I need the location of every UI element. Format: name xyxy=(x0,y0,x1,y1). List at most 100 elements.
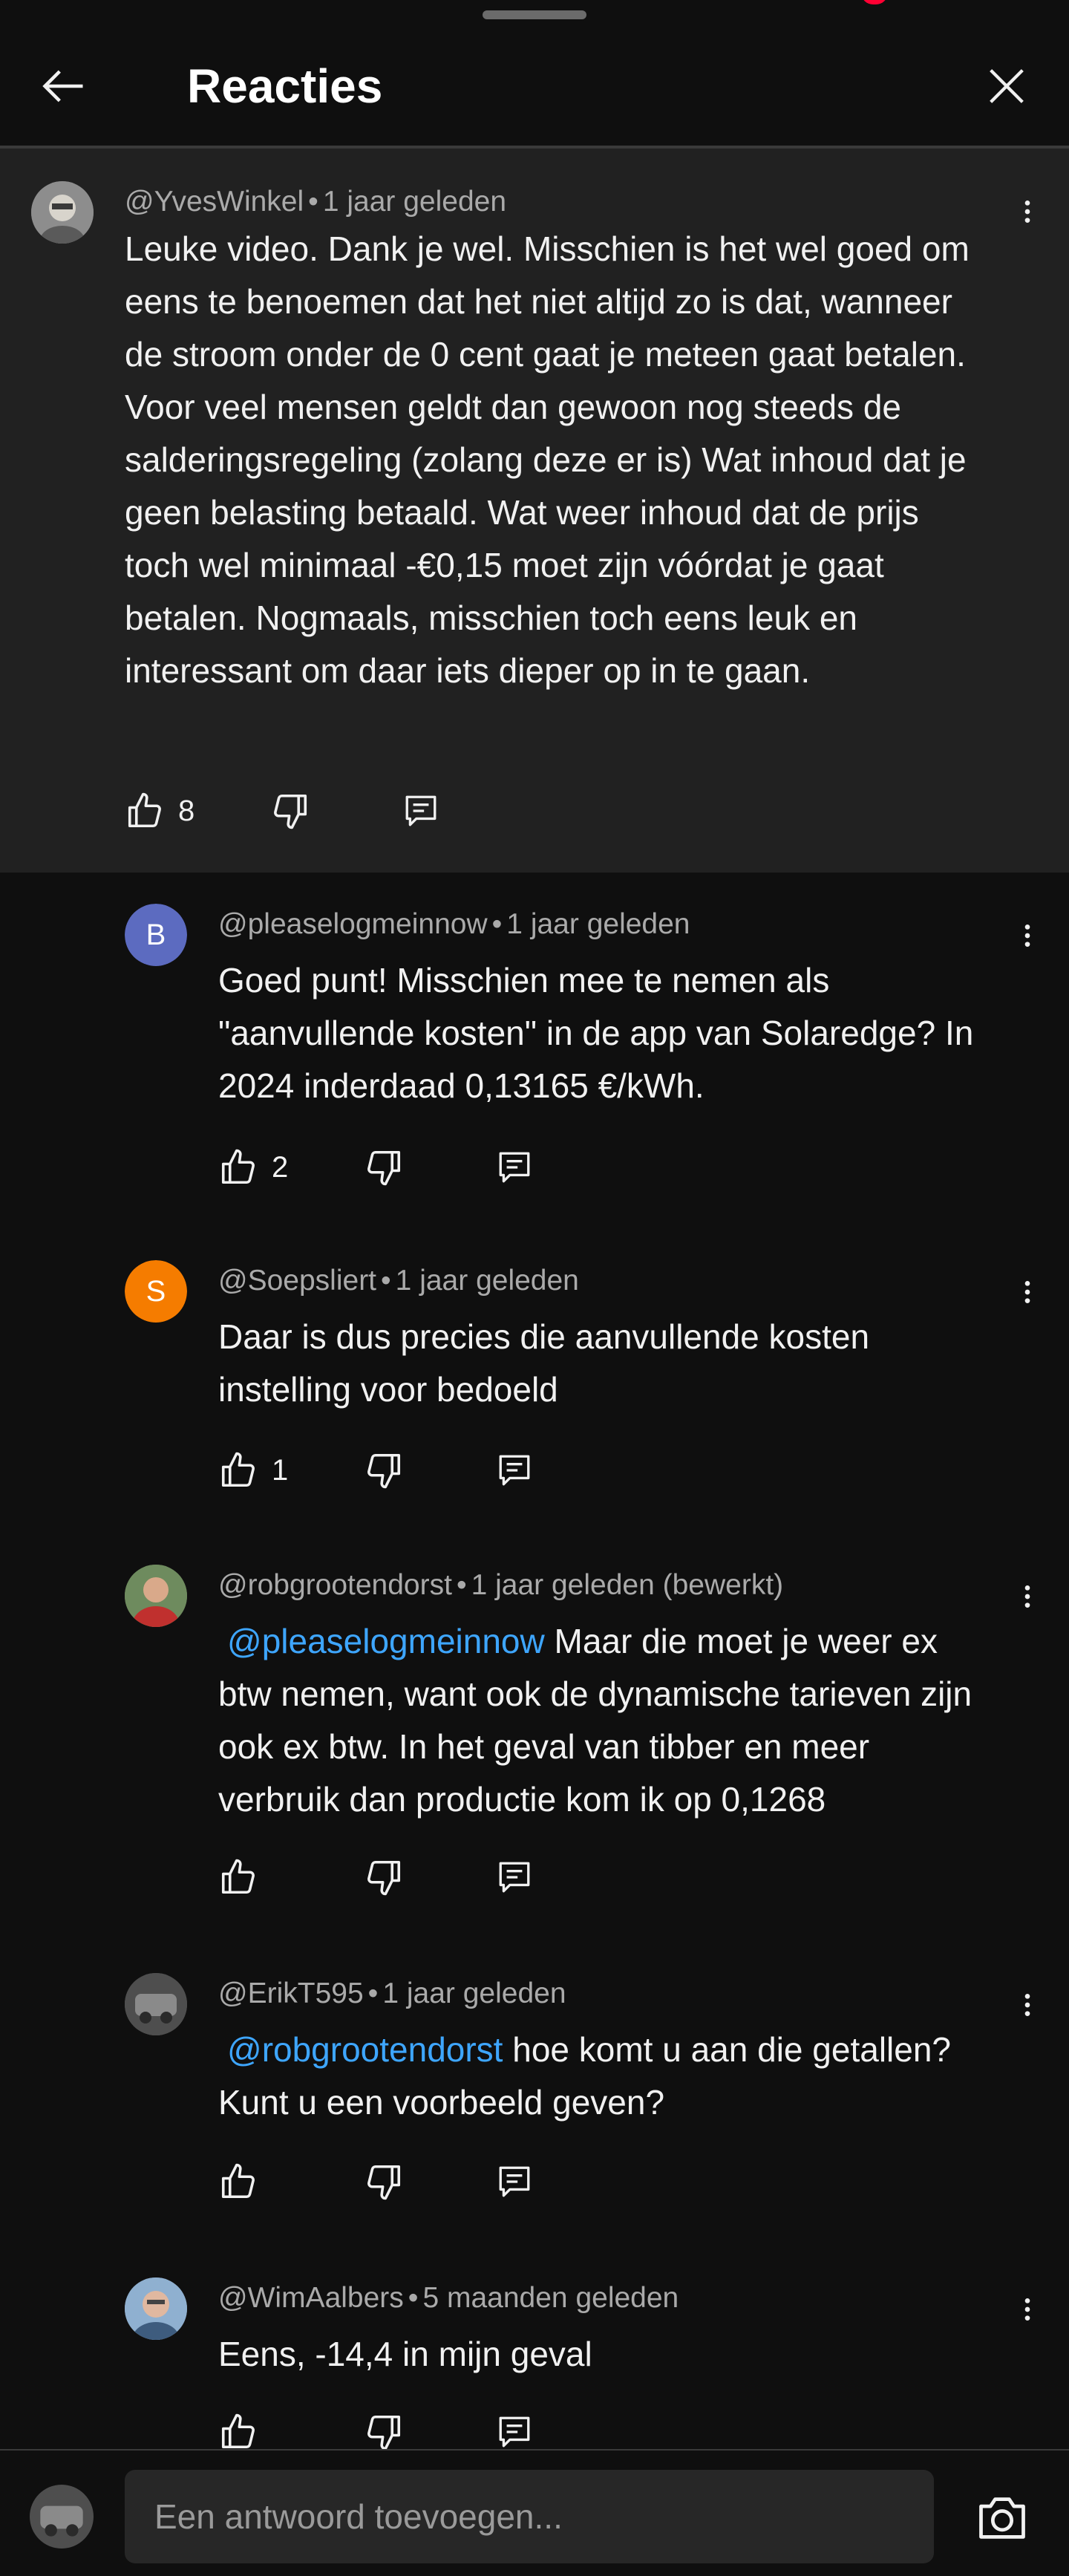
more-vertical-icon xyxy=(1013,2295,1042,2324)
author-name[interactable]: @WimAalbers xyxy=(218,2282,404,2314)
more-options-button[interactable] xyxy=(1005,2287,1050,2332)
dislike-button[interactable] xyxy=(364,1848,404,1907)
author-name[interactable]: @ErikT595 xyxy=(218,1977,364,2009)
more-vertical-icon xyxy=(1013,197,1042,226)
comment-time: 1 jaar geleden (bewerkt) xyxy=(471,1569,784,1601)
page-title: Reacties xyxy=(187,59,383,113)
like-button[interactable]: 1 xyxy=(218,1441,288,1500)
reply-button[interactable] xyxy=(496,1848,533,1907)
reply-input[interactable] xyxy=(125,2470,934,2563)
avatar[interactable] xyxy=(31,181,94,244)
more-vertical-icon xyxy=(1013,1990,1042,2020)
reply-comment: @ErikT595 • 1 jaar geleden @robgrootendors… xyxy=(0,1942,1069,2246)
reply-comment: @robgrootendorst • 1 jaar geleden (bewerkt… xyxy=(0,1533,1069,1942)
avatar[interactable]: S xyxy=(125,1260,187,1323)
comment-actions xyxy=(218,2402,589,2449)
reply-icon xyxy=(496,1149,533,1186)
thumbs-down-icon xyxy=(364,2162,404,2202)
comment-time: 1 jaar geleden xyxy=(506,908,690,940)
thumbs-down-icon xyxy=(364,2412,404,2449)
more-options-button[interactable] xyxy=(1005,1983,1050,2027)
reply-button[interactable] xyxy=(496,1138,533,1197)
reply-icon xyxy=(402,792,439,829)
like-button[interactable] xyxy=(218,1848,258,1907)
dislike-button[interactable] xyxy=(270,781,310,841)
comment-meta: @Soepsliert • 1 jaar geleden xyxy=(218,1265,579,1297)
comment-text: @robgrootendorst hoe komt u aan die geta… xyxy=(218,2024,998,2129)
avatar-photo xyxy=(30,2485,94,2549)
more-vertical-icon xyxy=(1013,1277,1042,1307)
comment-meta: @WimAalbers • 5 maanden geleden xyxy=(218,2282,679,2314)
thumbs-up-icon xyxy=(218,2412,258,2449)
like-button[interactable]: 2 xyxy=(218,1138,288,1197)
notification-dot xyxy=(861,0,888,4)
reply-button[interactable] xyxy=(496,2152,533,2211)
avatar-letter: B xyxy=(125,904,187,966)
highlighted-comment: @YvesWinkel • 1 jaar geleden Leuke video. … xyxy=(0,149,1069,873)
comment-text: Goed punt! Misschien mee te nemen als "a… xyxy=(218,961,974,1105)
close-icon xyxy=(990,69,1024,103)
comment-meta: @pleaselogmeinnow • 1 jaar geleden xyxy=(218,908,690,940)
dislike-button[interactable] xyxy=(364,1441,404,1500)
more-options-button[interactable] xyxy=(1005,1270,1050,1314)
close-button[interactable] xyxy=(977,56,1036,116)
like-button[interactable] xyxy=(218,2152,258,2211)
drag-handle[interactable] xyxy=(483,10,586,19)
reply-icon xyxy=(496,1859,533,1896)
like-count: 1 xyxy=(272,1453,289,1487)
dislike-button[interactable] xyxy=(364,2402,404,2449)
thumbs-up-icon xyxy=(218,1857,258,1897)
comment-time: 1 jaar geleden xyxy=(322,186,507,218)
avatar[interactable] xyxy=(125,1973,187,2035)
author-name[interactable]: @Soepsliert xyxy=(218,1265,376,1297)
more-options-button[interactable] xyxy=(1005,189,1050,234)
comment-text: Leuke video. Dank je wel. Misschien is h… xyxy=(125,229,970,690)
avatar-photo xyxy=(125,1565,187,1627)
reply-button[interactable] xyxy=(402,781,439,841)
thumbs-down-icon xyxy=(364,1450,404,1490)
like-button[interactable] xyxy=(218,2402,258,2449)
arrow-left-icon xyxy=(42,70,83,102)
author-name[interactable]: @robgrootendorst xyxy=(218,1569,452,1601)
thumbs-down-icon xyxy=(364,1857,404,1897)
comment-text: @pleaselogmeinnow Maar die moet je weer … xyxy=(218,1615,998,1826)
like-button[interactable]: 8 xyxy=(125,781,194,841)
avatar[interactable] xyxy=(125,1565,187,1627)
comment-actions xyxy=(218,1848,589,1907)
comment-meta: @YvesWinkel • 1 jaar geleden xyxy=(125,186,507,218)
author-name[interactable]: @pleaselogmeinnow xyxy=(218,908,488,940)
more-options-button[interactable] xyxy=(1005,913,1050,958)
thumbs-up-icon xyxy=(218,1450,258,1490)
thumbs-up-icon xyxy=(218,1147,258,1187)
comment-actions: 1 xyxy=(218,1441,589,1500)
more-options-button[interactable] xyxy=(1005,1574,1050,1619)
dislike-button[interactable] xyxy=(364,2152,404,2211)
reply-icon xyxy=(496,1452,533,1489)
avatar[interactable]: B xyxy=(125,904,187,966)
comment-meta: @robgrootendorst • 1 jaar geleden (bewerkt… xyxy=(218,1569,784,1601)
camera-button[interactable] xyxy=(965,2486,1039,2550)
comment-text: Eens, -14,4 in mijn geval xyxy=(218,2335,592,2373)
comment-text: Daar is dus precies die aanvullende kost… xyxy=(218,1317,870,1409)
avatar-photo xyxy=(125,2277,187,2340)
dislike-button[interactable] xyxy=(364,1138,404,1197)
reply-icon xyxy=(496,2413,533,2449)
like-count: 8 xyxy=(178,794,195,827)
comment-time: 5 maanden geleden xyxy=(422,2282,679,2314)
avatar-photo xyxy=(125,1973,187,2035)
comments-header: Reacties xyxy=(0,30,1069,149)
avatar[interactable] xyxy=(125,2277,187,2340)
reply-comment: B @pleaselogmeinnow • 1 jaar geleden Goed … xyxy=(0,873,1069,1229)
reply-button[interactable] xyxy=(496,1441,533,1500)
reply-comment: S @Soepsliert • 1 jaar geleden Daar is dus… xyxy=(0,1229,1069,1533)
author-name[interactable]: @YvesWinkel xyxy=(125,186,304,218)
mention-link[interactable]: @pleaselogmeinnow xyxy=(218,1622,545,1660)
camera-icon xyxy=(979,2497,1025,2539)
thumbs-up-icon xyxy=(125,791,165,831)
avatar-photo xyxy=(31,181,94,244)
mention-link[interactable]: @robgrootendorst xyxy=(218,2030,503,2069)
thumbs-down-icon xyxy=(364,1147,404,1187)
back-button[interactable] xyxy=(34,56,94,116)
more-vertical-icon xyxy=(1013,921,1042,950)
reply-button[interactable] xyxy=(496,2402,533,2449)
